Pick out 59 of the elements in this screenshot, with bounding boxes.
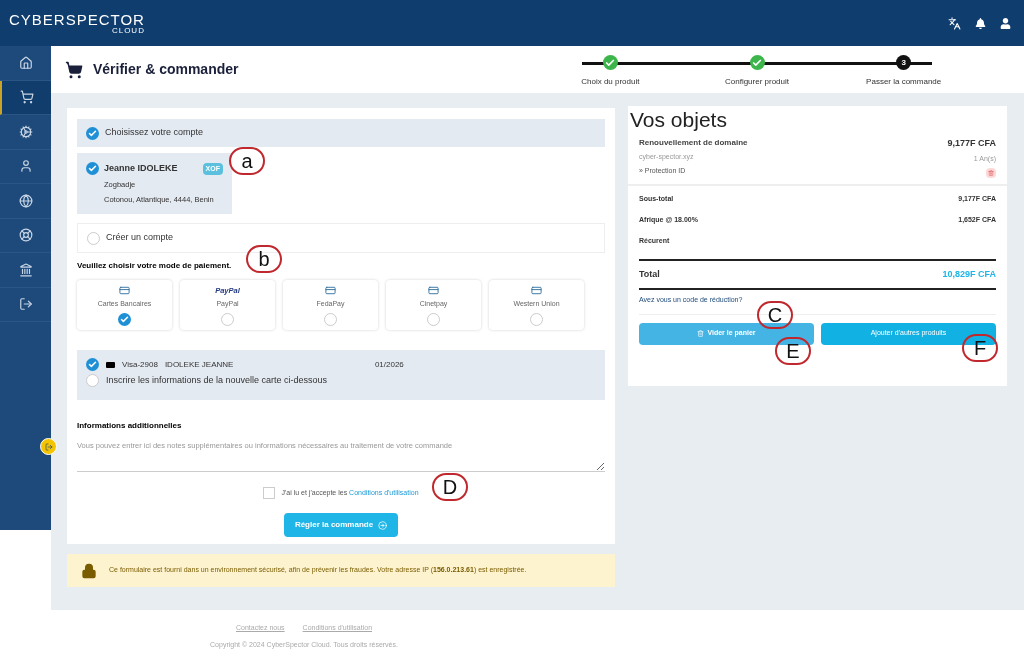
step-number: 3 xyxy=(896,55,912,70)
credit-card-icon xyxy=(325,285,336,296)
radio-button[interactable] xyxy=(86,126,99,140)
notes-heading: Informations additionnelles xyxy=(77,420,183,432)
card-number: Visa-2908 xyxy=(122,358,158,371)
cart-icon xyxy=(65,60,83,79)
page-title: Vérifier & commander xyxy=(93,60,239,79)
item-name: Renouvellement de domaine xyxy=(639,137,749,149)
bank-icon xyxy=(18,262,33,277)
bell-icon[interactable] xyxy=(975,17,986,29)
user-icon[interactable] xyxy=(1000,17,1011,29)
new-card-label: Inscrire les informations de la nouvelle carte ci-dessous xyxy=(106,374,328,387)
lock-icon xyxy=(81,562,97,579)
payment-heading: Veuillez choisir votre mode de paiement. xyxy=(77,260,233,272)
summary-title: Vos objets xyxy=(629,107,728,133)
step-label: Choix du produit xyxy=(581,76,640,88)
user-icon xyxy=(18,159,33,174)
card-holder: IDOLEKE JEANNE xyxy=(164,358,235,371)
total-label: Total xyxy=(639,267,660,281)
cart-icon xyxy=(19,90,34,105)
credit-card-icon xyxy=(531,285,542,296)
card-brand-icon xyxy=(106,361,115,368)
card-expiry: 01/2026 xyxy=(374,358,404,371)
logo: CYBERSPECTOR CLOUD xyxy=(9,11,145,35)
radio-button[interactable] xyxy=(530,312,543,326)
radio-button[interactable] xyxy=(87,231,100,245)
step-label: Passer la commande xyxy=(866,76,942,88)
globe-icon xyxy=(18,193,33,208)
lifebuoy-icon xyxy=(18,228,33,243)
radio-button[interactable] xyxy=(86,358,99,371)
gear-icon xyxy=(18,124,33,139)
step-label: Configurer produit xyxy=(725,76,790,88)
remove-item-button[interactable] xyxy=(986,168,996,178)
annotation-marker: a xyxy=(229,147,265,175)
translate-icon[interactable] xyxy=(948,16,961,30)
total-value: 10,829F CFA xyxy=(942,267,996,281)
radio-button[interactable] xyxy=(118,312,131,326)
radio-button[interactable] xyxy=(324,312,337,326)
terms-checkbox[interactable] xyxy=(263,487,276,499)
create-account-label: Créer un compte xyxy=(106,231,174,245)
annotation-marker: E xyxy=(775,337,811,365)
radio-button[interactable] xyxy=(427,312,440,326)
collapse-arrow-icon xyxy=(44,442,53,451)
credit-card-icon xyxy=(119,285,130,296)
credit-card-icon xyxy=(428,285,439,296)
annotation-marker: C xyxy=(757,301,793,329)
account-name: Jeanne IDOLEKE xyxy=(104,162,178,175)
annotation-marker: b xyxy=(246,245,282,273)
account-heading: Choisissez votre compte xyxy=(105,126,204,140)
arrow-right-icon xyxy=(378,520,388,530)
annotation-marker: D xyxy=(432,473,468,501)
trash-icon xyxy=(697,330,705,337)
home-icon xyxy=(18,55,33,70)
item-price: 9,177F CFA xyxy=(947,137,996,150)
radio-button[interactable] xyxy=(86,374,99,388)
radio-button[interactable] xyxy=(221,312,234,326)
logout-icon xyxy=(18,297,33,312)
sidebar-item[interactable] xyxy=(0,80,51,115)
radio-button[interactable] xyxy=(86,162,99,175)
